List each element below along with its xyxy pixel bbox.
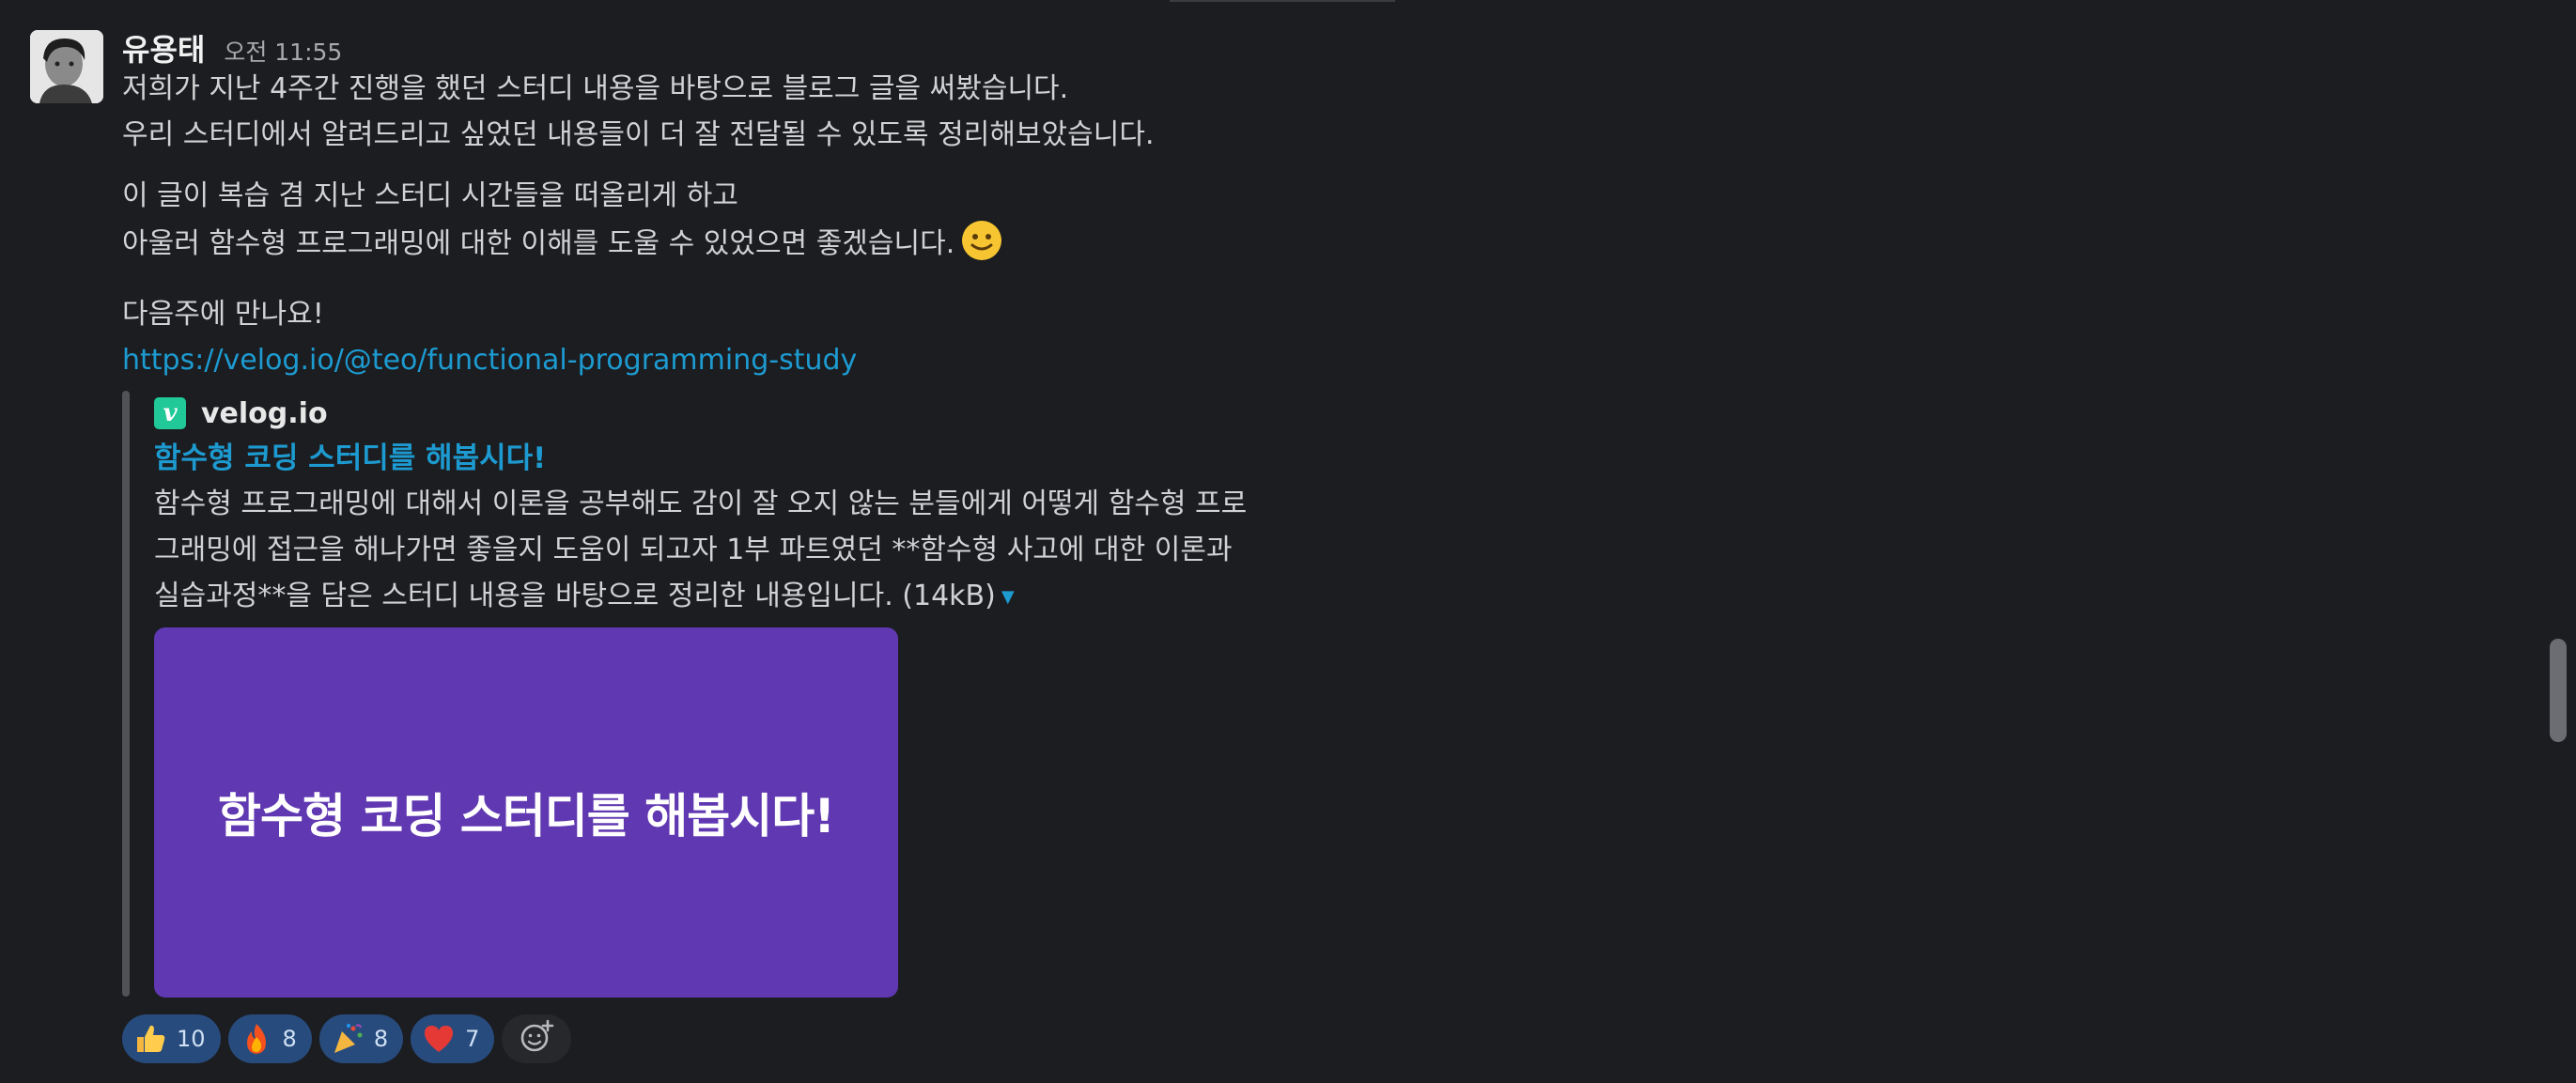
avatar[interactable] [30, 30, 103, 103]
unfurl-title-link[interactable]: 함수형 코딩 스터디를 해봅시다! [154, 436, 2471, 481]
message-line: 이 글이 복습 겸 지난 스터디 시간들을 떠올리게 하고 [122, 179, 738, 212]
party-popper-icon [331, 1022, 365, 1056]
reaction-party-popper[interactable]: 8 [318, 1014, 404, 1063]
message-link[interactable]: https://velog.io/@teo/functional-program… [122, 344, 857, 377]
message-line: 우리 스터디에서 알려드리고 싶었던 내용들이 더 잘 전달될 수 있도록 정리… [122, 118, 1155, 151]
message-line-with-emoji: 아울러 함수형 프로그래밍에 대한 이해를 도울 수 있었으면 좋겠습니다. [122, 219, 2471, 276]
unfurl-preview-image[interactable]: 함수형 코딩 스터디를 해봅시다! [154, 627, 898, 998]
unfurl-description-line: 그래밍에 접근을 해나가면 좋을지 도움이 되고자 1부 파트였던 **함수형 … [154, 534, 1233, 566]
scrollbar-thumb[interactable] [2550, 639, 2567, 742]
unfurl-description-line-with-caret: 실습과정**을 담은 스터디 내용을 바탕으로 정리한 내용입니다. (14kB… [154, 573, 2471, 620]
thumbs-up-icon [133, 1022, 167, 1056]
author-name[interactable]: 유용태 [122, 26, 205, 70]
reactions-bar: 10 8 8 7 [122, 1014, 2471, 1063]
avatar-photo [30, 30, 103, 103]
message-timestamp[interactable]: 오전 11:55 [224, 34, 342, 68]
slightly-smiling-face-icon [960, 219, 1003, 276]
reaction-red-heart[interactable]: 7 [411, 1014, 495, 1063]
collapse-caret-icon[interactable]: ▼ [1001, 587, 1015, 607]
reaction-count: 10 [177, 1026, 206, 1052]
unfurl-site-row: v velog.io [154, 391, 2471, 436]
message-line-text: 아울러 함수형 프로그래밍에 대한 이해를 도울 수 있었으면 좋겠습니다. [122, 227, 955, 260]
message-line: 저희가 지난 4주간 진행을 했던 스터디 내용을 바탕으로 블로그 글을 써봤… [122, 72, 1069, 105]
link-unfurl: v velog.io 함수형 코딩 스터디를 해봅시다! 함수형 프로그래밍에 … [122, 391, 2471, 998]
unfurl-bar [122, 391, 130, 997]
reaction-count: 8 [282, 1026, 297, 1052]
unfurl-description-text: 실습과정**을 담은 스터디 내용을 바탕으로 정리한 내용입니다. (14kB… [154, 580, 996, 612]
unfurl-description-line: 함수형 프로그래밍에 대해서 이론을 공부해도 감이 잘 오지 않는 분들에게 … [154, 487, 1248, 520]
message-content: 유용태 오전 11:55 저희가 지난 4주간 진행을 했던 스터디 내용을 바… [122, 26, 2471, 1063]
top-divider [1170, 0, 1395, 2]
add-reaction-icon [519, 1019, 554, 1059]
fire-icon [240, 1022, 273, 1056]
reaction-fire[interactable]: 8 [227, 1014, 312, 1063]
message-header: 유용태 오전 11:55 [122, 26, 2471, 68]
reaction-thumbs-up[interactable]: 10 [122, 1014, 221, 1063]
add-reaction-button[interactable] [502, 1014, 572, 1063]
red-heart-icon [422, 1022, 456, 1056]
unfurl-site-name[interactable]: velog.io [201, 397, 328, 430]
reaction-count: 7 [465, 1026, 480, 1052]
velog-logo-icon: v [154, 397, 186, 429]
preview-image-text: 함수형 코딩 스터디를 해봅시다! [217, 789, 835, 843]
message-line: 다음주에 만나요! [122, 298, 324, 331]
reaction-count: 8 [373, 1026, 389, 1052]
